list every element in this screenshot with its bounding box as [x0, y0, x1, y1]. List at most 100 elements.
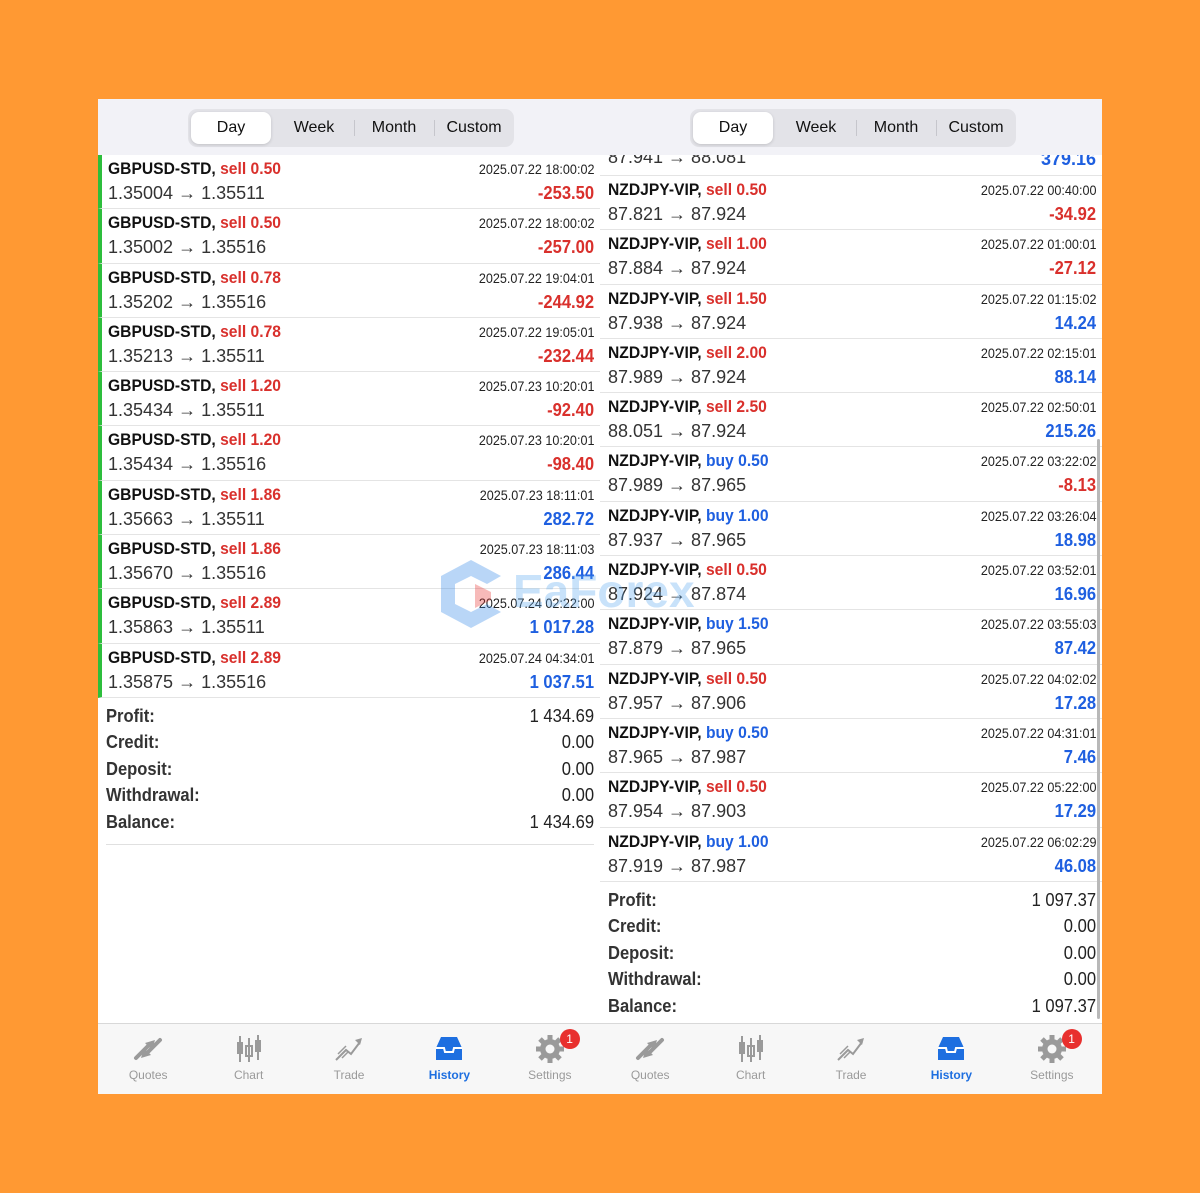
trade-row[interactable]: NZDJPY-VIP, sell 2.00 87.989 → 87.924 2025… [600, 339, 1102, 394]
trade-prices: 1.35434 → 1.35516 [108, 454, 267, 475]
nav-tab-label: Chart [233, 1068, 264, 1082]
trade-prices: 87.989 → 87.965 [608, 475, 747, 496]
trade-profit: -232.44 [537, 345, 594, 366]
trade-prices: 87.989 → 87.924 [608, 366, 747, 387]
trade-row[interactable]: GBPUSD-STD, sell 2.89 1.35875 → 1.35516 20… [98, 643, 600, 698]
trade-profit: -98.40 [547, 454, 594, 475]
trade-row[interactable]: NZDJPY-VIP, buy 1.00 87.937 → 87.965 2025.… [600, 502, 1102, 557]
trade-icon [834, 1032, 868, 1066]
trade-time: 2025.07.23 18:11:03 [479, 541, 594, 558]
trade-row[interactable]: GBPUSD-STD, sell 0.50 1.35002 → 1.35516 20… [98, 209, 600, 264]
trade-symbol-line: NZDJPY-VIP, sell 0.50 [608, 669, 767, 689]
trade-prices: 1.35670 → 1.35516 [108, 563, 267, 584]
trade-row[interactable]: GBPUSD-STD, sell 1.86 1.35670 → 1.35516 20… [98, 535, 600, 590]
trade-row[interactable]: NZDJPY-VIP, sell 0.50 87.957 → 87.906 2025… [600, 665, 1102, 719]
trade-volume: 0.50 [738, 722, 769, 742]
trade-symbol: NZDJPY-VIP, [608, 560, 702, 580]
trade-row[interactable]: NZDJPY-VIP, sell 2.50 88.051 → 87.924 2025… [600, 393, 1102, 448]
trade-side: sell [220, 159, 247, 178]
tab-week[interactable]: Week [776, 109, 856, 147]
trade-time: 2025.07.24 04:34:01 [478, 649, 594, 666]
trade-list[interactable]: GBPUSD-STD, sell 0.50 1.35004 → 1.35511 20… [98, 155, 600, 698]
trade-symbol-line: NZDJPY-VIP, sell 1.50 [608, 289, 767, 309]
nav-tab-trade[interactable]: Trade [801, 1024, 901, 1094]
tab-week[interactable]: Week [274, 109, 354, 147]
trade-prices: 87.924 → 87.874 [608, 584, 747, 605]
trade-row[interactable]: GBPUSD-STD, sell 1.86 1.35663 → 1.35511 20… [98, 480, 600, 536]
trade-prices: 1.35202 → 1.35516 [108, 291, 267, 312]
trade-symbol-line: GBPUSD-STD, sell 2.89 [108, 593, 281, 613]
tab-month[interactable]: Month [354, 109, 434, 147]
trade-row[interactable]: GBPUSD-STD, sell 0.78 1.35213 → 1.35511 20… [98, 317, 600, 373]
trade-row[interactable]: NZDJPY-VIP, sell 1.50 87.938 → 87.924 2025… [600, 285, 1102, 339]
trade-prices: 87.919 → 87.987 [608, 855, 747, 876]
trade-profit: 14.24 [1054, 312, 1096, 333]
tab-day[interactable]: Day [693, 112, 773, 144]
history-panel-left: Day Week Month Custom GBPUSD-STD, sell 0… [98, 99, 600, 1094]
trade-symbol: GBPUSD-STD, [108, 159, 216, 178]
trade-row[interactable]: NZDJPY-VIP, sell 0.50 87.821 → 87.924 2025… [600, 176, 1102, 231]
trade-symbol-line: NZDJPY-VIP, buy 1.00 [608, 506, 769, 526]
trade-row[interactable]: NZDJPY-VIP, sell 0.50 87.954 → 87.903 2025… [600, 773, 1102, 828]
trade-symbol: GBPUSD-STD, [108, 484, 216, 504]
screenshot-frame: Day Week Month Custom GBPUSD-STD, sell 0… [98, 99, 1102, 1094]
trade-profit: 286.44 [543, 563, 594, 584]
trade-profit: 46.08 [1054, 855, 1096, 876]
trade-list[interactable]: 87.941 → 88.081 379.16 NZDJPY-VIP, sell … [600, 147, 1102, 882]
trade-row[interactable]: GBPUSD-STD, sell 1.20 1.35434 → 1.35511 20… [98, 372, 600, 427]
trade-time: 2025.07.22 02:50:01 [980, 399, 1096, 416]
summary-label: Profit: [106, 706, 155, 726]
summary-label: Deposit: [608, 942, 675, 963]
trade-row[interactable]: NZDJPY-VIP, sell 1.00 87.884 → 87.924 2025… [600, 230, 1102, 285]
summary-value: 1 434.69 [529, 706, 594, 726]
trade-symbol-line: GBPUSD-STD, sell 1.86 [108, 539, 281, 559]
tab-custom[interactable]: Custom [434, 109, 514, 147]
trade-row[interactable]: NZDJPY-VIP, buy 0.50 87.965 → 87.987 2025.… [600, 719, 1102, 774]
trade-side: sell [220, 430, 247, 450]
trade-row[interactable]: GBPUSD-STD, sell 1.20 1.35434 → 1.35516 20… [98, 426, 600, 481]
trade-row[interactable]: NZDJPY-VIP, sell 0.50 87.924 → 87.874 2025… [600, 556, 1102, 611]
nav-tab-settings[interactable]: Settings 1 [500, 1024, 600, 1094]
tab-custom[interactable]: Custom [936, 109, 1016, 147]
nav-tab-quotes[interactable]: Quotes [600, 1024, 700, 1094]
trade-side: sell [705, 288, 733, 308]
summary-divider [106, 844, 594, 845]
nav-tab-chart[interactable]: Chart [700, 1024, 800, 1094]
trade-time: 2025.07.23 18:11:01 [479, 486, 594, 503]
trade-time: 2025.07.22 18:00:02 [478, 215, 594, 232]
summary-value: 0.00 [1063, 916, 1096, 937]
trade-volume: 0.78 [250, 267, 282, 287]
nav-tab-label: Quotes [128, 1068, 168, 1082]
trade-row[interactable]: NZDJPY-VIP, buy 0.50 87.989 → 87.965 2025.… [600, 447, 1102, 502]
nav-tab-trade[interactable]: Trade [299, 1024, 399, 1094]
tab-day[interactable]: Day [191, 112, 271, 144]
trade-row[interactable]: NZDJPY-VIP, buy 1.50 87.879 → 87.965 2025.… [600, 610, 1102, 665]
summary-row: Withdrawal: 0.00 [106, 783, 594, 809]
trade-prices: 87.884 → 87.924 [608, 258, 747, 279]
trade-side: sell [220, 267, 247, 287]
nav-tab-label: Trade [333, 1068, 365, 1082]
trade-row[interactable]: GBPUSD-STD, sell 2.89 1.35863 → 1.35511 20… [98, 589, 600, 644]
trade-symbol: GBPUSD-STD, [108, 321, 216, 341]
trade-profit: -27.12 [1049, 258, 1096, 279]
tab-month[interactable]: Month [856, 109, 936, 147]
trade-row[interactable]: GBPUSD-STD, sell 0.50 1.35004 → 1.35511 20… [98, 155, 600, 210]
trade-row[interactable]: NZDJPY-VIP, buy 1.00 87.919 → 87.987 2025.… [600, 828, 1102, 882]
trade-profit: 87.42 [1054, 638, 1096, 659]
nav-tab-quotes[interactable]: Quotes [98, 1024, 198, 1094]
trade-row[interactable]: GBPUSD-STD, sell 0.78 1.35202 → 1.35516 20… [98, 263, 600, 318]
trade-time: 2025.07.22 19:05:01 [478, 323, 594, 340]
trade-side: sell [705, 560, 733, 580]
nav-tab-history[interactable]: History [901, 1024, 1001, 1094]
partial-trade-row[interactable]: 87.941 → 88.081 379.16 [600, 147, 1102, 176]
nav-tab-history[interactable]: History [399, 1024, 499, 1094]
period-segment-bar: Day Week Month Custom [98, 99, 600, 155]
trade-profit: 16.96 [1054, 584, 1096, 605]
summary-value: 1 097.37 [1031, 890, 1096, 910]
nav-tab-label: History [428, 1068, 471, 1082]
nav-tab-chart[interactable]: Chart [198, 1024, 298, 1094]
scrollbar[interactable] [1097, 439, 1100, 1019]
nav-tab-settings[interactable]: Settings 1 [1002, 1024, 1102, 1094]
history-icon [432, 1032, 466, 1066]
trade-prices: 87.938 → 87.924 [608, 312, 747, 333]
